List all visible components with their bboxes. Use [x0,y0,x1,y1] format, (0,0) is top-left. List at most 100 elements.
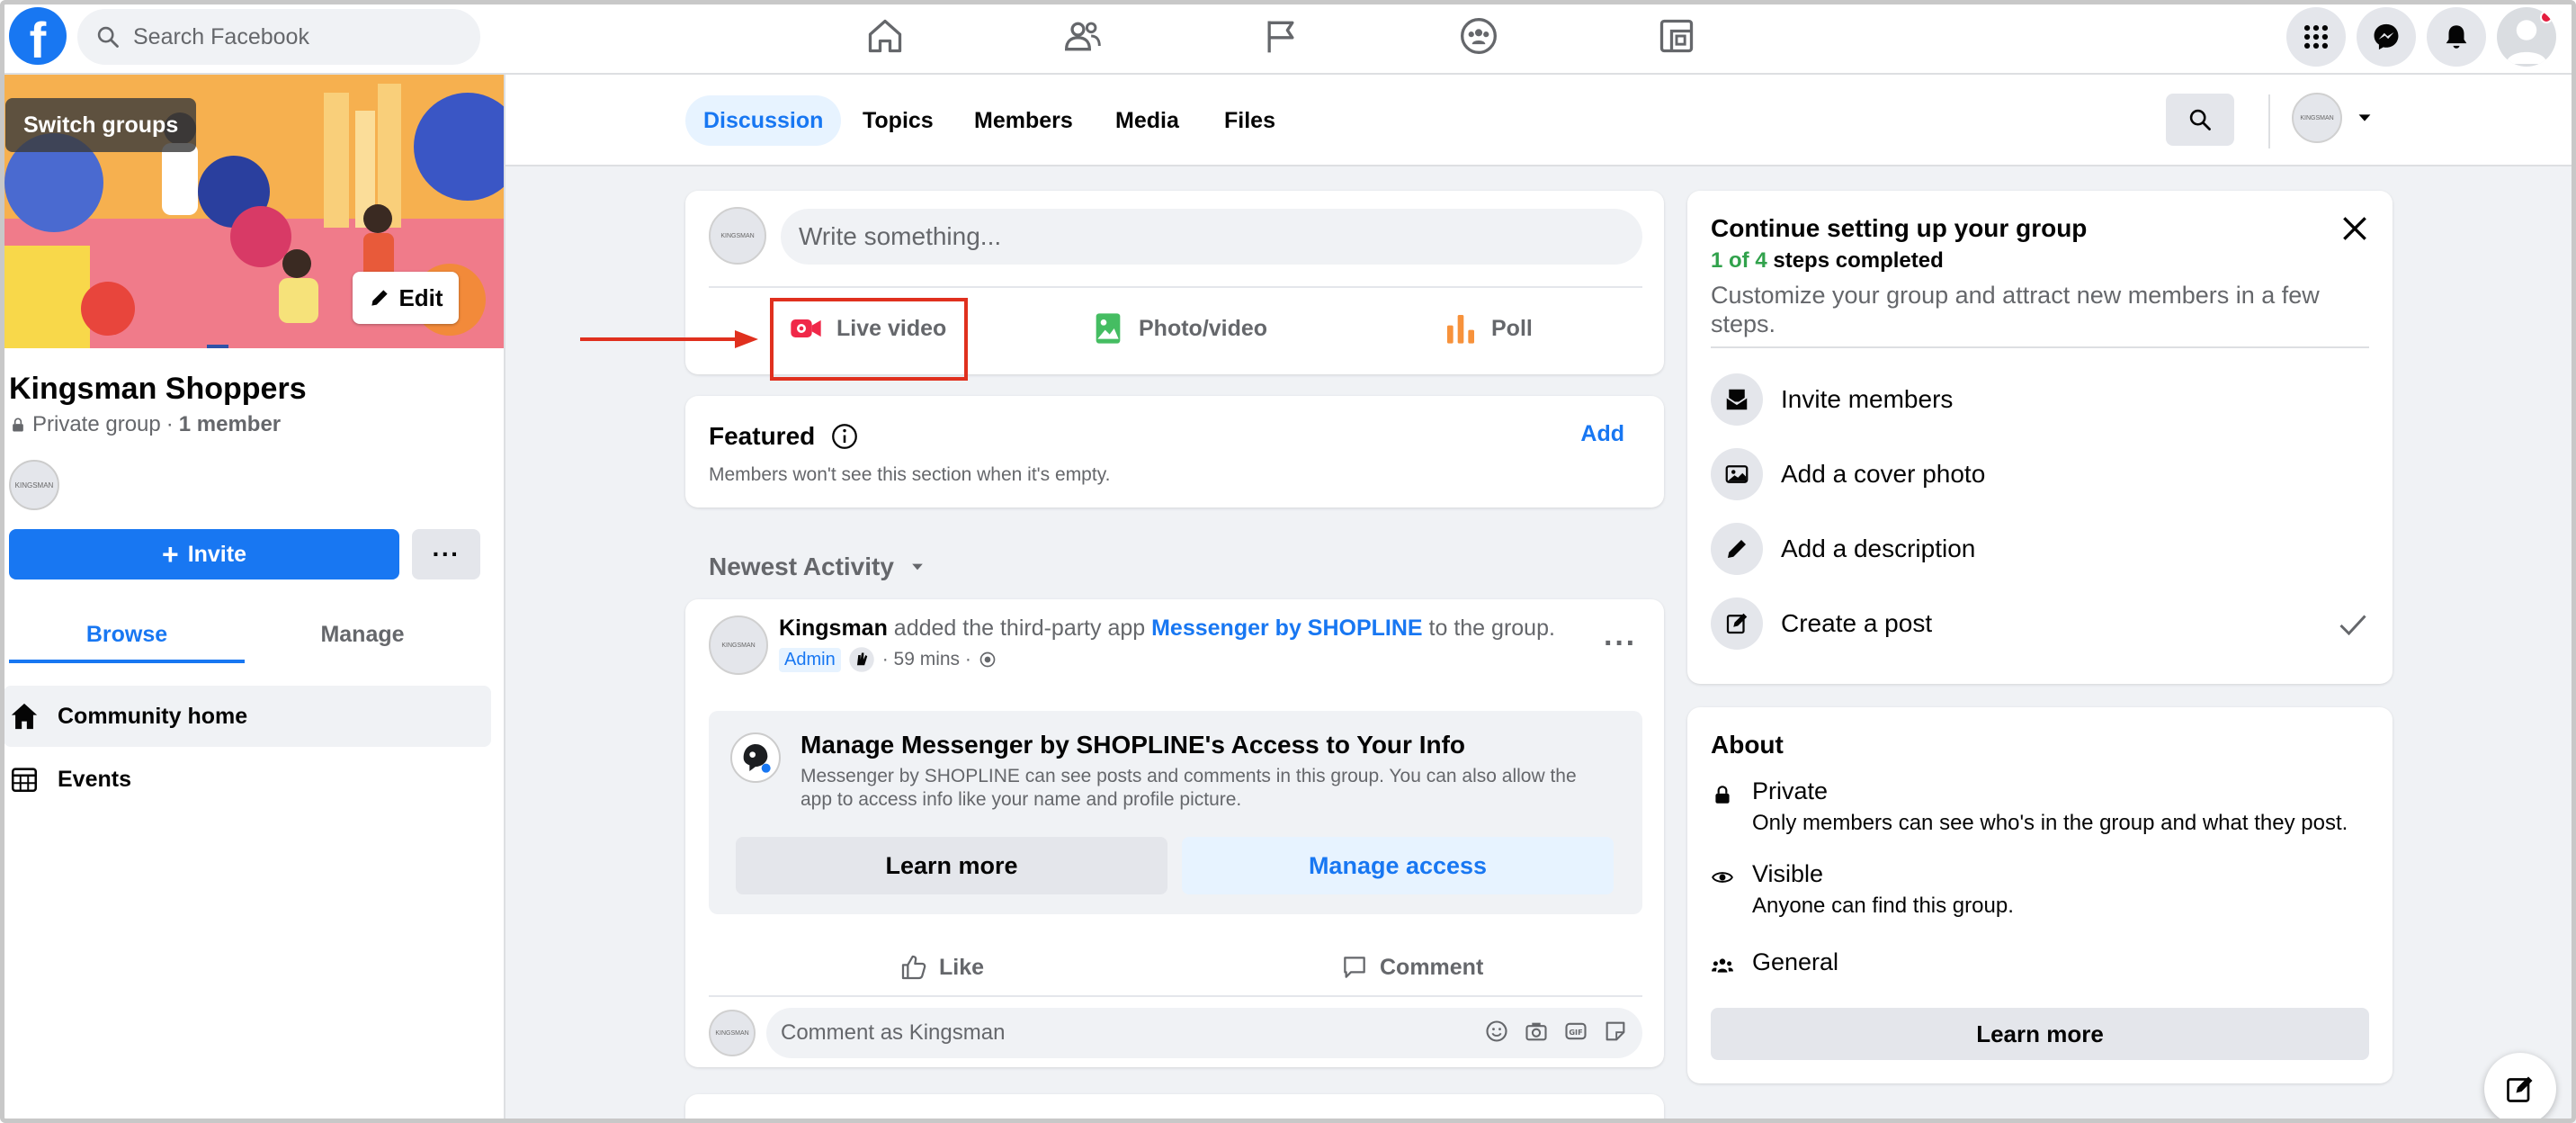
eye-icon [1712,872,1733,883]
pencil-icon [1728,540,1746,558]
about-row-title: General [1752,948,1839,975]
tab-media[interactable]: Media [1097,95,1197,146]
featured-add-link[interactable]: Add [1580,421,1624,447]
plus-icon: + [162,538,179,570]
post-header: Kingsman added the third-party app Messe… [779,615,1555,642]
notifications-button[interactable] [2427,7,2486,67]
search-icon [2189,109,2211,130]
photo-video-label: Photo/video [1139,315,1268,341]
camera-icon[interactable] [1524,1019,1549,1044]
about-card: About Private Only members can see who's … [1687,707,2393,1083]
post-time[interactable]: · 59 mins · [882,649,971,670]
setup-item-label: Create a post [1781,609,1933,637]
account-avatar[interactable] [2497,7,2556,67]
menu-grid-button[interactable] [2286,7,2346,67]
tab-topics[interactable]: Topics [845,95,952,146]
switch-groups-button[interactable]: Switch groups [5,98,197,152]
app-link[interactable]: Messenger by SHOPLINE [1151,615,1422,641]
gif-icon[interactable]: GIF [1563,1019,1588,1044]
learn-more-button[interactable]: Learn more [736,837,1167,894]
group-name[interactable]: Kingsman Shoppers [9,372,307,407]
sidebar-item-events[interactable]: Events [4,749,491,810]
setup-add-description[interactable]: Add a description [1711,522,2369,576]
post-suffix: to the group. [1422,615,1555,641]
setup-create-post[interactable]: Create a post [1711,597,2369,651]
sort-label: Newest Activity [709,553,894,580]
divider [2268,94,2270,148]
close-icon[interactable] [2337,211,2373,247]
featured-title: Featured [709,421,860,452]
poll-button[interactable]: Poll [1443,299,1533,358]
setup-item-label: Add a cover photo [1781,460,1986,488]
badge-wave-icon [848,647,874,672]
divider [709,995,1642,997]
manage-access-button[interactable]: Manage access [1182,837,1614,894]
pencil-icon [371,290,389,306]
setup-add-cover-photo[interactable]: Add a cover photo [1711,447,2369,501]
meta-separator: · [165,412,174,436]
group-search-button[interactable] [2166,94,2234,146]
write-something-input[interactable]: Write something... [781,209,1642,265]
setup-description: Customize your group and attract new mem… [1711,282,2320,337]
groups-icon[interactable] [1457,14,1500,58]
sidebar-item-community-home[interactable]: Community home [4,686,491,747]
edit-label: Edit [398,283,443,311]
post-author[interactable]: Kingsman [779,615,888,641]
photo-video-button[interactable]: Photo/video [1090,299,1267,358]
new-message-button[interactable] [2484,1053,2556,1123]
calendar-icon [11,768,38,793]
group-cover-photo: Switch groups Edit [0,75,504,348]
setup-invite-members[interactable]: Invite members [1711,373,2369,427]
tab-manage[interactable]: Manage [245,606,480,663]
facebook-logo[interactable]: f [9,7,67,65]
app-access-box: Manage Messenger by SHOPLINE's Access to… [709,711,1642,914]
acting-as-selector[interactable]: KINGSMAN [2292,93,2375,143]
sidebar-item-label: Community home [58,703,248,729]
about-row-subtitle: Anyone can find this group. [1752,894,2014,918]
sidebar-item-label: Events [58,766,131,792]
edit-cover-button[interactable]: Edit [353,272,459,324]
setup-progress: 1 of 4 steps completed [1711,248,1944,274]
info-icon[interactable] [829,421,860,452]
featured-title-text: Featured [709,422,816,450]
member-count[interactable]: 1 member [179,412,281,437]
friends-icon[interactable] [1061,14,1105,58]
app-access-title: Manage Messenger by SHOPLINE's Access to… [801,731,1466,759]
member-avatar[interactable]: KINGSMAN [9,460,59,510]
invite-label: Invite [187,541,246,567]
group-tabs-bar: Discussion Topics Members Media Files KI… [505,75,2576,166]
about-title: About [1711,731,1784,759]
featured-section: Featured Add Members won't see this sect… [685,396,1664,508]
privacy-label: Private group [32,412,161,436]
gaming-icon[interactable] [1655,14,1698,58]
invite-button[interactable]: + Invite [9,529,399,579]
search-facebook-input[interactable]: Search Facebook [77,9,480,65]
messenger-button[interactable] [2357,7,2416,67]
featured-subtitle: Members won't see this section when it's… [709,464,1111,485]
tab-browse[interactable]: Browse [9,606,245,663]
more-options-button[interactable]: ··· [412,529,480,579]
notifications-icon [2446,25,2467,49]
tab-members[interactable]: Members [956,95,1091,146]
invite-members-icon [1726,389,1748,410]
progress-count: 1 of 4 [1711,248,1767,273]
sticker-icon[interactable] [1603,1019,1628,1044]
emoji-icon[interactable] [1484,1019,1509,1044]
post-options-button[interactable]: ··· [1604,626,1637,661]
people-icon [1712,958,1733,973]
like-icon [901,955,926,980]
pages-flag-icon[interactable] [1259,14,1302,58]
home-icon[interactable] [863,14,907,58]
post-action-text: added the third-party app [887,615,1152,641]
tab-discussion[interactable]: Discussion [685,95,842,146]
top-navigation-bar: f Search Facebook [0,0,2576,75]
about-row-title: Private [1752,777,1829,804]
about-visible: Visible Anyone can find this group. [1711,860,2014,919]
tab-files[interactable]: Files [1206,95,1293,146]
like-button[interactable]: Like [899,945,984,990]
comment-button[interactable]: Comment [1340,945,1483,990]
about-learn-more-button[interactable]: Learn more [1711,1008,2369,1060]
newest-activity-sort[interactable]: Newest Activity [709,553,926,581]
comment-input[interactable]: Comment as Kingsman GIF [766,1008,1642,1058]
post-author-avatar[interactable]: KINGSMAN [709,615,768,675]
